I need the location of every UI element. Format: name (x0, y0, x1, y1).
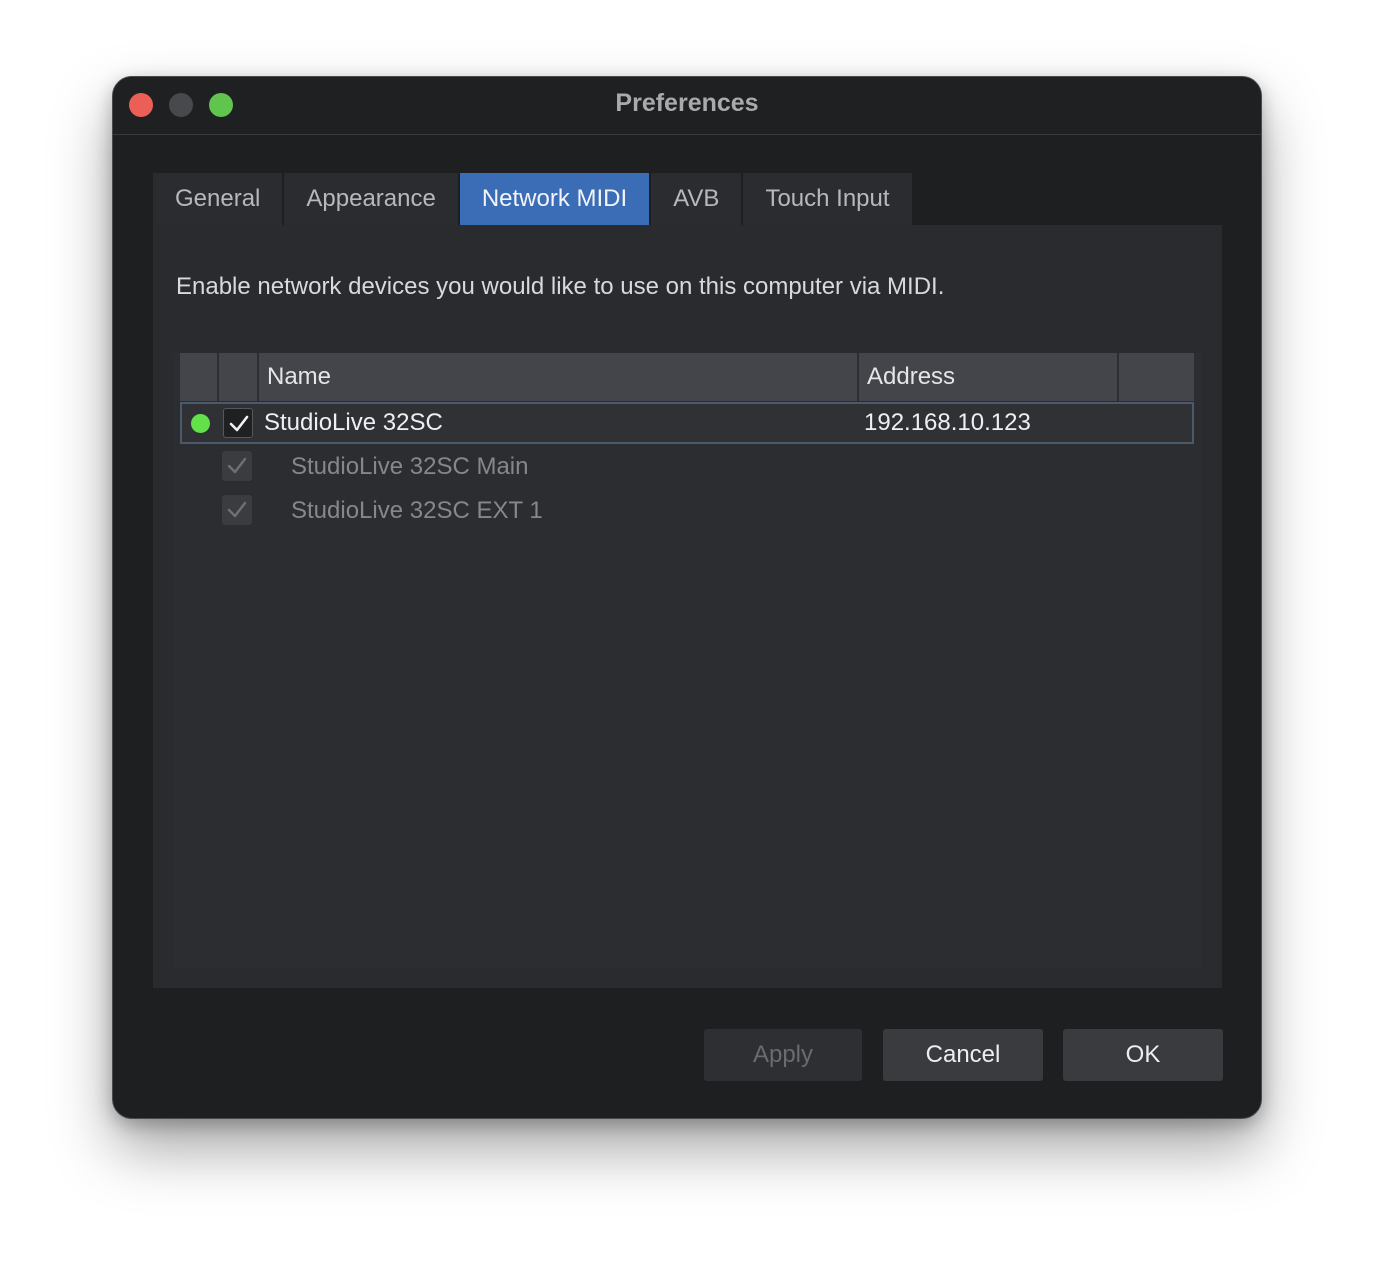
address-column-header[interactable]: Address (859, 353, 1119, 401)
tab-touch-input[interactable]: Touch Input (743, 173, 912, 225)
cancel-button[interactable]: Cancel (883, 1029, 1043, 1081)
ok-button[interactable]: OK (1063, 1029, 1223, 1081)
device-name: StudioLive 32SC (264, 409, 443, 436)
tab-general[interactable]: General (153, 173, 283, 225)
window-title: Preferences (615, 89, 759, 117)
title-bar: Preferences (113, 77, 1261, 135)
port-name: StudioLive 32SC Main (291, 453, 529, 480)
extra-column-header[interactable] (1119, 353, 1194, 401)
checkmark-icon (227, 501, 247, 518)
enable-column-header[interactable] (219, 353, 259, 401)
list-item: StudioLive 32SC EXT 1 (180, 489, 1194, 533)
panel-description: Enable network devices you would like to… (176, 273, 945, 300)
tab-network-midi[interactable]: Network MIDI (459, 173, 650, 225)
list-item: StudioLive 32SC Main (180, 445, 1194, 489)
device-table: Name Address StudioLive 32SC 192.168.10.… (173, 353, 1202, 968)
checkmark-icon (227, 457, 247, 474)
port-name: StudioLive 32SC EXT 1 (291, 497, 543, 524)
status-column-header[interactable] (180, 353, 219, 401)
name-column-header[interactable]: Name (259, 353, 859, 401)
tab-bar: General Appearance Network MIDI AVB Touc… (153, 173, 912, 225)
preferences-window: Preferences General Appearance Network M… (112, 76, 1262, 1119)
apply-button[interactable]: Apply (704, 1029, 862, 1081)
port-main-checkbox (222, 451, 252, 481)
tab-appearance[interactable]: Appearance (284, 173, 458, 225)
network-midi-panel: Enable network devices you would like to… (153, 225, 1222, 988)
tab-avb[interactable]: AVB (651, 173, 742, 225)
table-row[interactable]: StudioLive 32SC 192.168.10.123 (180, 402, 1194, 444)
device-address: 192.168.10.123 (864, 409, 1031, 436)
checkmark-icon (229, 415, 249, 432)
port-ext1-checkbox (222, 495, 252, 525)
device-enable-checkbox[interactable] (223, 408, 253, 438)
status-indicator-icon (191, 414, 210, 433)
table-header: Name Address (180, 353, 1194, 401)
